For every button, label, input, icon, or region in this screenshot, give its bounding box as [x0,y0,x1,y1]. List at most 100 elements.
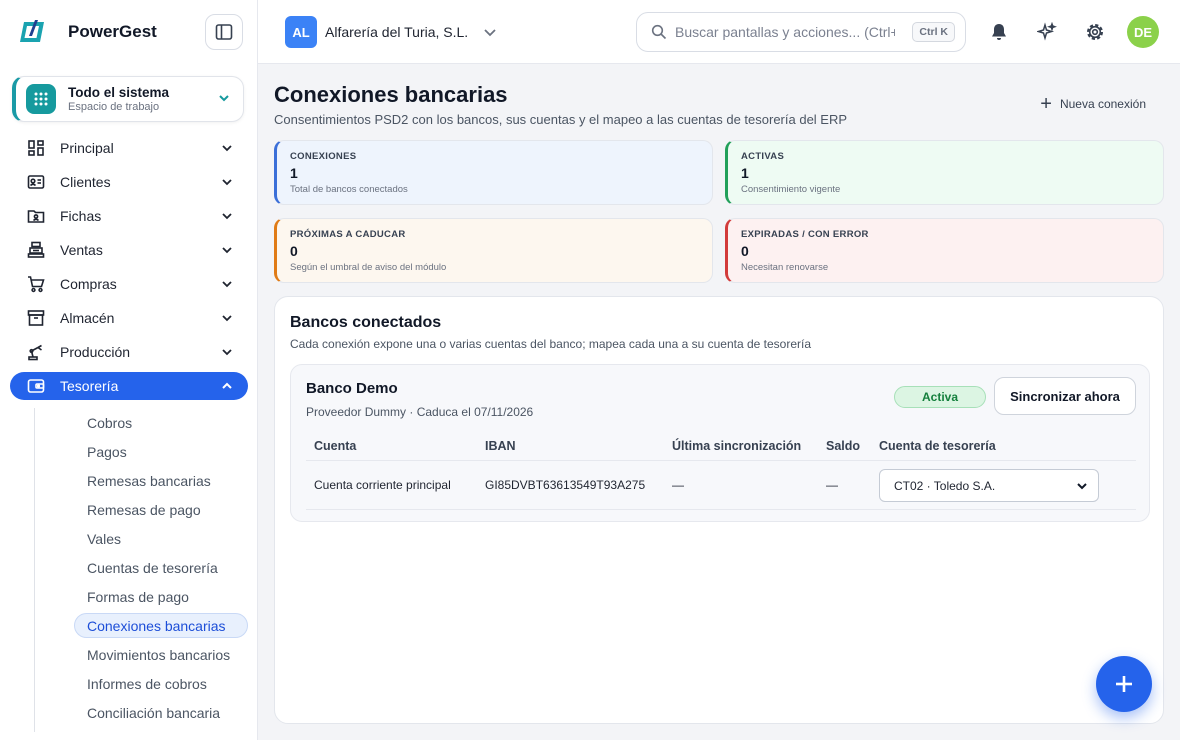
column-header: Cuenta de tesorería [879,438,996,453]
subnav-item-remesas-bancarias[interactable]: Remesas bancarias [35,466,248,495]
subnav-label: Pagos [87,443,127,460]
sidebar-item-compras[interactable]: Compras [10,267,248,301]
subnav-item-informes-de-cobros[interactable]: Informes de cobros [35,669,248,698]
column-header: Saldo [826,438,861,453]
chevron-down-icon [222,315,232,322]
sidebar-toggle-button[interactable] [205,14,243,50]
sidebar-item-tesoreria[interactable]: Tesorería [10,372,248,400]
stat-desc: Necesitan renovarse [741,262,829,273]
panel-title: Bancos conectados [290,314,442,331]
subnav-label: Movimientos bancarios [87,646,231,663]
stat-key: PRÓXIMAS A CADUCAR [290,229,406,240]
stat-value: 1 [741,165,749,181]
company-selector[interactable]: AL Alfarería del Turia, S.L. [285,16,498,48]
chevron-down-icon [222,179,232,186]
subnav-label: Cuentas de tesorería [87,559,218,576]
contact-card-icon [26,172,46,192]
robot-arm-icon [26,342,46,362]
account-name: Cuenta corriente principal [314,478,451,492]
settings-button[interactable] [1083,20,1107,44]
accounts-table: Cuenta IBAN Última sincronización Saldo … [306,431,1136,510]
sidebar-item-label: Tesorería [60,378,119,394]
stat-value: 0 [741,243,749,259]
sidebar-item-fichas[interactable]: Fichas [10,199,248,233]
subnav-item-cobros[interactable]: Cobros [35,408,248,437]
subnav-item-formas-de-pago[interactable]: Formas de pago [35,582,248,611]
subnav-item-cuentas-de-tesoreria[interactable]: Cuentas de tesorería [35,553,248,582]
sidebar-item-label: Almacén [60,310,115,326]
sidebar-item-label: Producción [60,344,131,360]
sidebar-item-ventas[interactable]: Ventas [10,233,248,267]
app-logo-icon [20,20,44,42]
sidebar-item-clientes[interactable]: Clientes [10,165,248,199]
sidebar-panel-icon [215,24,233,40]
fab-add-button[interactable] [1096,656,1152,712]
balance: — [826,478,838,492]
grid-icon [26,84,56,114]
subnav-item-vales[interactable]: Vales [35,524,248,553]
column-header: Cuenta [314,438,357,453]
stat-desc: Consentimiento vigente [741,184,841,195]
sidebar-item-label: Principal [60,140,114,156]
ai-assistant-button[interactable] [1035,20,1059,44]
subnav-label: Vales [87,530,121,547]
company-badge: AL [285,16,317,48]
top-bar: AL Alfarería del Turia, S.L. Ctrl K DE [258,0,1180,64]
bank-name: Banco Demo [306,380,398,397]
search-input[interactable] [675,24,895,40]
stat-key: ACTIVAS [741,151,785,162]
user-avatar[interactable]: DE [1127,16,1159,48]
chevron-up-icon [222,382,232,389]
subnav-item-pagos[interactable]: Pagos [35,437,248,466]
sparkles-icon [1037,22,1057,41]
subnav-label: Formas de pago [87,588,189,605]
subnav-label: Remesas bancarias [87,472,211,489]
search-box[interactable]: Ctrl K [636,12,966,52]
cash-register-icon [26,240,46,260]
page-title: Conexiones bancarias [274,82,508,107]
chevron-down-icon [222,145,232,152]
sidebar-item-produccion[interactable]: Producción [10,335,248,369]
table-row: Cuenta corriente principal GI85DVBT63613… [306,461,1136,510]
treasury-account-select[interactable]: CT02 · Toledo S.A. [879,469,1099,502]
chevron-down-icon [219,95,229,102]
bank-connection-card: Banco Demo Proveedor Dummy · Caduca el 0… [290,364,1150,522]
chevron-down-icon [222,247,232,254]
subnav-item-conciliacion-bancaria[interactable]: Conciliación bancaria [35,698,248,727]
status-badge: Activa [894,386,986,408]
brand[interactable]: PowerGest [18,16,157,48]
stat-desc: Según el umbral de aviso del módulo [290,262,447,273]
stat-card-activas: ACTIVAS 1 Consentimiento vigente [725,140,1164,205]
last-sync: — [672,478,684,492]
subnav-label: Cobros [87,414,133,431]
stat-card-expiradas: EXPIRADAS / CON ERROR 0 Necesitan renova… [725,218,1164,283]
plus-icon [1116,676,1132,692]
chevron-down-icon [222,281,232,288]
stat-key: EXPIRADAS / CON ERROR [741,229,869,240]
cart-icon [26,274,46,294]
connected-banks-panel: Bancos conectados Cada conexión expone u… [274,296,1164,724]
sidebar-item-almacen[interactable]: Almacén [10,301,248,335]
keyboard-shortcut: Ctrl K [912,22,955,42]
dashboard-icon [26,138,46,158]
archive-box-icon [26,308,46,328]
stat-key: CONEXIONES [290,151,357,162]
subnav-label: Remesas de pago [87,501,201,518]
sidebar: PowerGest Todo el sistema Espacio de tra… [0,0,258,740]
gear-icon [1087,24,1103,40]
sidebar-item-principal[interactable]: Principal [10,131,248,165]
sync-now-button[interactable]: Sincronizar ahora [994,377,1136,415]
account-iban: GI85DVBT63613549T93A275 [485,478,646,492]
subnav-item-movimientos-bancarios[interactable]: Movimientos bancarios [35,640,248,669]
subnav-item-conexiones-bancarias[interactable]: Conexiones bancarias [35,611,248,640]
workspace-selector[interactable]: Todo el sistema Espacio de trabajo [12,76,244,122]
panel-subtitle: Cada conexión expone una o varias cuenta… [290,337,812,351]
new-connection-button[interactable]: + Nueva conexión [1040,94,1146,114]
chevron-down-icon [484,29,496,37]
workspace-subtitle: Espacio de trabajo [68,101,160,113]
notifications-button[interactable] [987,20,1011,44]
sidebar-item-label: Clientes [60,174,111,190]
search-icon [651,24,667,40]
subnav-item-remesas-de-pago[interactable]: Remesas de pago [35,495,248,524]
app-name: PowerGest [68,22,157,41]
